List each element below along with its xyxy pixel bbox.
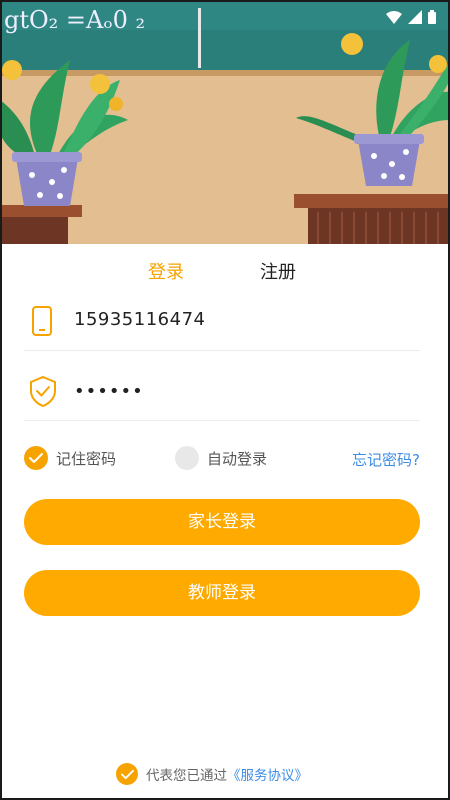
tab-register[interactable]: 注册 — [260, 258, 296, 288]
agreement-checkbox[interactable] — [116, 763, 138, 785]
auto-login-checkbox[interactable]: 自动登录 — [175, 446, 267, 470]
teacher-login-button[interactable]: 教师登录 — [24, 570, 420, 616]
forgot-password-link[interactable]: 忘记密码? — [352, 449, 420, 470]
service-agreement-link[interactable]: 《服务协议》 — [227, 764, 308, 784]
remember-password-label: 记住密码 — [56, 449, 117, 468]
signal-icon — [408, 9, 422, 28]
tab-login[interactable]: 登录 — [148, 258, 184, 288]
auto-login-label: 自动登录 — [207, 449, 268, 468]
unchecked-circle-icon — [175, 446, 199, 470]
agreement-text: 代表您已通过 — [146, 768, 227, 784]
login-options: 记住密码 自动登录 忘记密码? — [24, 446, 420, 472]
status-bar — [0, 0, 450, 34]
wifi-icon — [386, 9, 402, 28]
password-value: •••••• — [74, 381, 144, 402]
parent-login-button[interactable]: 家长登录 — [24, 499, 420, 545]
checkmark-icon — [24, 446, 48, 470]
agreement-row: 代表您已通过 《服务协议》 — [116, 763, 308, 785]
phone-field[interactable]: 15935116474 — [24, 290, 420, 351]
shield-check-icon — [28, 375, 56, 408]
header-illustration — [0, 0, 450, 244]
login-tabs: 登录 注册 — [0, 258, 450, 288]
remember-password-checkbox[interactable]: 记住密码 — [24, 446, 116, 470]
phone-value: 15935116474 — [74, 309, 206, 330]
password-field[interactable]: •••••• — [24, 360, 420, 421]
battery-icon — [428, 9, 436, 28]
phone-icon — [28, 305, 56, 337]
